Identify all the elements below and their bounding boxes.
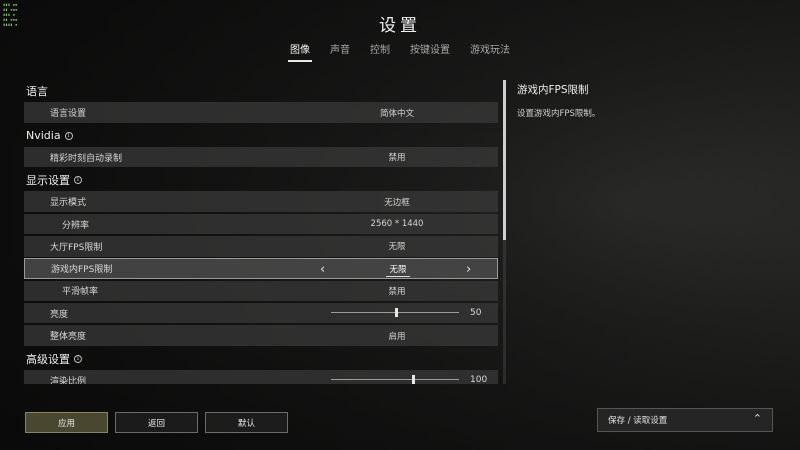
tab-bar: 图像 声音 控制 按键设置 游戏玩法 bbox=[0, 41, 800, 62]
tab-keybindings[interactable]: 按键设置 bbox=[408, 41, 452, 62]
slider-value: 100 bbox=[470, 375, 488, 384]
section-header-advanced: 高级设置 i bbox=[24, 348, 498, 370]
section-header-nvidia: Nvidia i bbox=[24, 125, 498, 147]
chevron-right-icon[interactable]: › bbox=[466, 262, 471, 277]
tab-control[interactable]: 控制 bbox=[368, 41, 392, 62]
slider-thumb[interactable] bbox=[411, 375, 415, 384]
setting-row-display-mode[interactable]: 显示模式 无边框 bbox=[24, 191, 498, 212]
setting-label: 亮度 bbox=[50, 309, 69, 320]
settings-list[interactable]: 语言 语言设置 简体中文 Nvidia i 精彩时刻自动录制 禁用 显示设置 i… bbox=[24, 80, 498, 384]
info-icon[interactable]: i bbox=[74, 176, 82, 185]
info-icon[interactable]: i bbox=[74, 354, 82, 363]
setting-label: 精彩时刻自动录制 bbox=[50, 153, 123, 164]
save-load-label: 保存 / 读取设置 bbox=[608, 416, 668, 426]
setting-value: 无限 bbox=[325, 263, 471, 277]
page-title: 设置 bbox=[379, 16, 421, 36]
setting-row-resolution[interactable]: 分辨率 2560 * 1440 bbox=[24, 213, 498, 235]
setting-label: 语言设置 bbox=[50, 109, 87, 120]
setting-label: 分辨率 bbox=[62, 220, 90, 231]
setting-value: 2560 * 1440 bbox=[370, 219, 424, 230]
setting-value: 禁用 bbox=[388, 286, 406, 297]
back-button[interactable]: 返回 bbox=[115, 412, 198, 433]
setting-value: 启用 bbox=[388, 331, 406, 342]
tab-graphics[interactable]: 图像 bbox=[288, 41, 312, 62]
apply-button[interactable]: 应用 bbox=[25, 412, 108, 433]
setting-value: 禁用 bbox=[388, 153, 406, 164]
setting-label: 显示模式 bbox=[50, 198, 87, 209]
scrollbar-thumb[interactable] bbox=[503, 80, 506, 240]
info-icon[interactable]: i bbox=[64, 131, 73, 140]
setting-row-language[interactable]: 语言设置 简体中文 bbox=[24, 102, 498, 123]
section-header-display: 显示设置 i bbox=[24, 169, 498, 191]
tab-sound[interactable]: 声音 bbox=[328, 41, 352, 62]
description-title: 游戏内FPS限制 bbox=[517, 84, 589, 96]
slider-thumb[interactable] bbox=[395, 308, 398, 318]
setting-value: 无边框 bbox=[384, 197, 410, 208]
section-header-language: 语言 bbox=[26, 85, 48, 99]
save-load-settings-button[interactable]: 保存 / 读取设置 ⌃ bbox=[597, 408, 773, 432]
chevron-up-icon: ⌃ bbox=[752, 412, 762, 425]
setting-row-highlights-auto-record[interactable]: 精彩时刻自动录制 禁用 bbox=[24, 146, 498, 168]
setting-label: 大厅FPS限制 bbox=[50, 242, 103, 253]
setting-label: 游戏内FPS限制 bbox=[51, 265, 113, 276]
setting-row-overall-brightness[interactable]: 整体亮度 启用 bbox=[24, 325, 498, 346]
setting-row-render-scale[interactable]: 渲染比例 100 bbox=[24, 369, 498, 384]
setting-label: 整体亮度 bbox=[50, 332, 87, 343]
slider-value: 50 bbox=[470, 308, 482, 319]
setting-label: 渲染比例 bbox=[50, 376, 87, 384]
setting-value: 简体中文 bbox=[379, 108, 414, 119]
setting-row-brightness[interactable]: 亮度 50 bbox=[24, 302, 498, 324]
tab-gameplay[interactable]: 游戏玩法 bbox=[468, 41, 512, 62]
setting-row-smooth-framerate[interactable]: 平滑帧率 禁用 bbox=[24, 280, 498, 302]
settings-scrollbar[interactable] bbox=[503, 80, 506, 384]
description-text: 设置游戏内FPS限制。 bbox=[517, 109, 601, 119]
default-button[interactable]: 默认 bbox=[205, 412, 288, 433]
brightness-slider[interactable] bbox=[331, 308, 459, 318]
setting-label: 平滑帧率 bbox=[62, 287, 99, 298]
setting-row-lobby-fps-limit[interactable]: 大厅FPS限制 无限 bbox=[24, 236, 498, 257]
render-scale-slider[interactable] bbox=[331, 375, 459, 384]
setting-row-ingame-fps-limit[interactable]: 游戏内FPS限制 ‹ 无限 › bbox=[24, 258, 498, 279]
setting-value: 无限 bbox=[388, 242, 406, 253]
